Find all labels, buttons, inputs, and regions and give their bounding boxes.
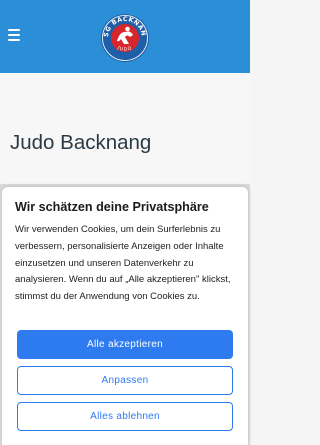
title-section [0, 73, 250, 185]
customize-button[interactable]: Anpassen [17, 366, 233, 395]
page-title: Judo Backnang [10, 131, 152, 154]
judoka-head-icon [125, 26, 130, 32]
hamburger-icon-line [8, 34, 20, 36]
hamburger-icon-line [8, 39, 20, 41]
accept-all-button[interactable]: Alle akzeptieren [17, 330, 233, 359]
hamburger-icon-line [8, 29, 20, 31]
menu-button[interactable] [8, 28, 22, 42]
reject-all-button[interactable]: Alles ablehnen [17, 402, 233, 431]
club-logo[interactable]: TSG BACKNANG JUDO [100, 13, 150, 63]
cookie-dialog-title: Wir schätzen deine Privatsphäre [15, 200, 209, 214]
site-header: TSG BACKNANG JUDO [0, 0, 250, 73]
cookie-dialog-text: Wir verwenden Cookies, um dein Surferleb… [15, 224, 231, 303]
